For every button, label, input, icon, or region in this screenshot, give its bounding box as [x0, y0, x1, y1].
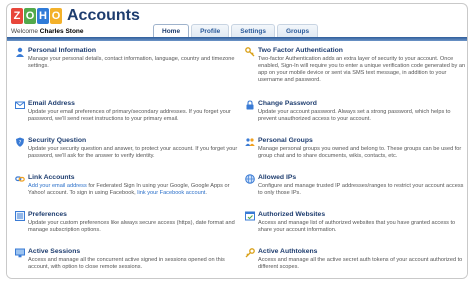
token-key-icon [245, 248, 255, 258]
logo-letter: O [50, 8, 62, 24]
active-sessions-link[interactable]: Active Sessions [28, 248, 80, 255]
email-address-desc: Update your email preferences of primary… [28, 109, 231, 122]
tab-profile[interactable]: Profile [191, 24, 230, 38]
ip-globe-icon [245, 174, 255, 184]
website-icon [245, 211, 255, 221]
authorized-websites-desc: Access and manage list of authorized web… [258, 220, 456, 233]
allowed-ips-link[interactable]: Allowed IPs [258, 174, 296, 181]
logo-letter: Z [11, 8, 23, 24]
two-factor-link[interactable]: Two Factor Authentication [258, 47, 343, 54]
personal-information-desc: Manage your personal details, contact in… [28, 56, 235, 69]
facebook-link[interactable]: link your Facebook account [137, 190, 205, 196]
personal-groups-link[interactable]: Personal Groups [258, 137, 313, 144]
add-email-link[interactable]: Add your email address [28, 183, 87, 189]
change-password-desc: Update your account password. Always set… [258, 109, 451, 122]
envelope-icon [15, 101, 25, 109]
personal-information-link[interactable]: Personal Information [28, 47, 96, 54]
logo-letter: O [24, 8, 36, 24]
email-address-link[interactable]: Email Address [28, 100, 75, 107]
zoho-logo: Z O H O [11, 8, 62, 24]
header: Z O H O Accounts Welcome Charles Stone H… [7, 4, 467, 39]
change-password-link[interactable]: Change Password [258, 100, 317, 107]
active-authtokens-link[interactable]: Active Authtokens [258, 248, 317, 255]
link-accounts-desc: Add your email address for Federated Sig… [28, 183, 238, 197]
preferences-desc: Update your custom preferences like alwa… [28, 220, 235, 233]
welcome-text: Welcome Charles Stone [11, 28, 84, 35]
active-authtokens-desc: Access and manage all the active secret … [258, 257, 463, 270]
app-title: Accounts [67, 7, 140, 24]
authorized-websites-link[interactable]: Authorized Websites [258, 211, 325, 218]
tab-bar: Home Profile Settings Groups [153, 24, 320, 39]
shield-icon: ? [16, 137, 24, 147]
tab-groups[interactable]: Groups [276, 24, 319, 38]
security-question-desc: Update your security question and answer… [28, 146, 238, 159]
preferences-link[interactable]: Preferences [28, 211, 67, 218]
key-icon [245, 47, 255, 57]
allowed-ips-desc: Configure and manage trusted IP addresse… [258, 183, 464, 196]
personal-groups-desc: Manage personal groups you owned and bel… [258, 146, 462, 159]
two-factor-desc: Two-factor Authentication adds an extra … [258, 56, 466, 83]
tab-settings[interactable]: Settings [231, 24, 275, 38]
home-content: Personal Information Manage your persona… [7, 41, 467, 278]
active-sessions-desc: Access and manage all the concurrent act… [28, 257, 225, 270]
link-accounts-desc-end: . [205, 190, 207, 196]
link-accounts-link[interactable]: Link Accounts [28, 174, 75, 181]
monitor-icon [15, 248, 25, 258]
welcome-prefix: Welcome [11, 28, 38, 35]
lock-icon [246, 100, 254, 110]
accounts-window: Z O H O Accounts Welcome Charles Stone H… [6, 3, 468, 279]
user-name: Charles Stone [39, 28, 84, 35]
security-question-link[interactable]: Security Question [28, 137, 86, 144]
person-icon [16, 47, 24, 57]
svg-text:?: ? [19, 140, 22, 146]
group-icon [245, 138, 255, 146]
chain-link-icon [15, 176, 25, 182]
logo-letter: H [37, 8, 49, 24]
settings-list-icon [15, 211, 25, 221]
